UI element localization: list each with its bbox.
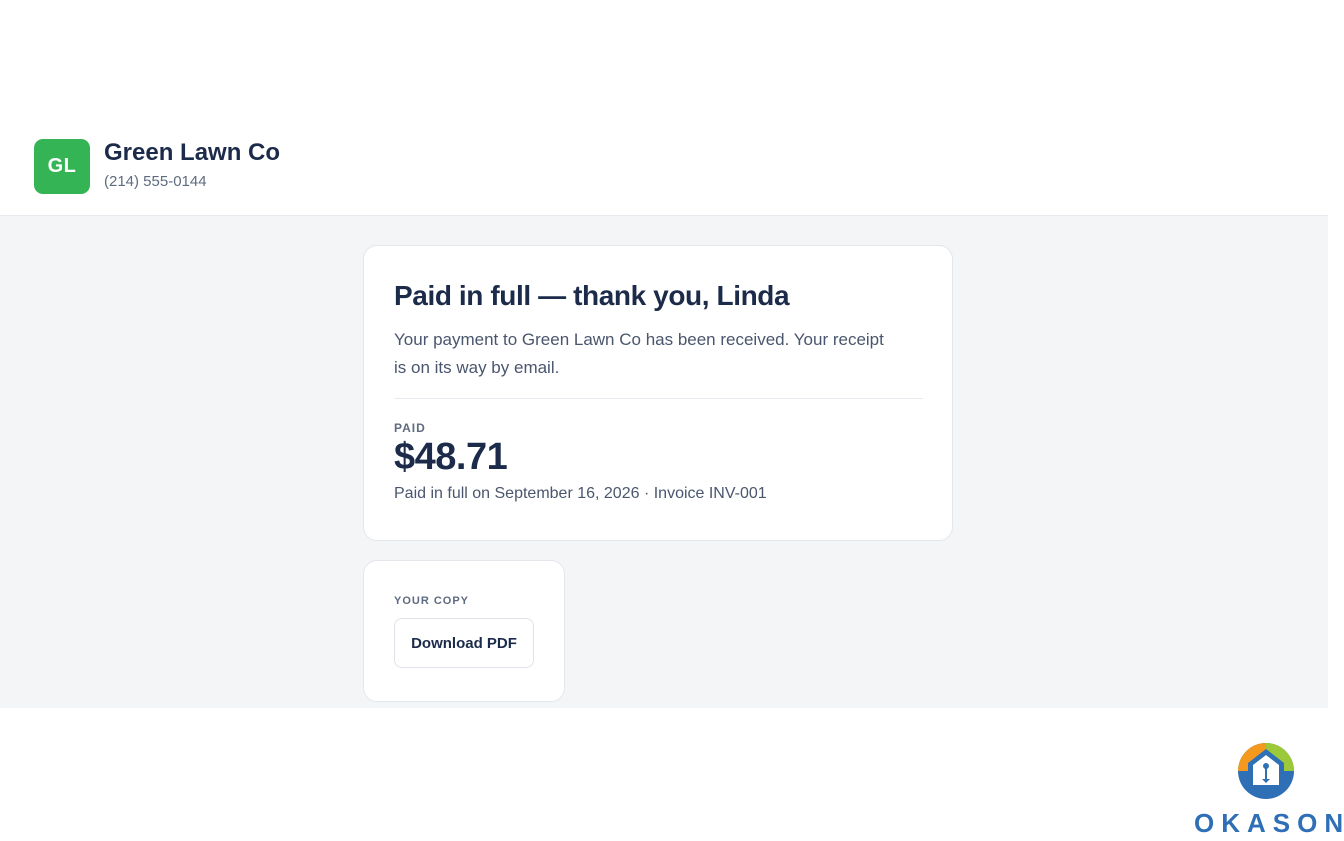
okason-logo-text: OKASON [1194, 808, 1344, 838]
confirmation-message: Your payment to Green Lawn Co has been r… [394, 330, 884, 377]
your-copy-label: YOUR COPY [394, 595, 470, 607]
main-content: Paid in full — thank you, Linda Your pay… [0, 216, 1328, 708]
okason-logo-icon [1238, 743, 1294, 799]
payment-receipt-page: GL Green Lawn Co (214) 555-0144 Paid in … [0, 0, 1344, 841]
business-header: GL Green Lawn Co (214) 555-0144 [0, 0, 1328, 216]
paid-amount: $48.71 [394, 436, 508, 478]
confirmation-title: Paid in full — thank you, Linda [394, 280, 790, 311]
business-phone: (214) 555-0144 [104, 173, 207, 190]
business-name: Green Lawn Co [104, 139, 281, 166]
divider [394, 398, 923, 399]
download-pdf-button[interactable]: Download PDF [394, 618, 534, 668]
paid-label: PAID [394, 421, 426, 435]
paid-detail: Paid in full on September 16, 2026 · Inv… [394, 485, 767, 502]
your-copy-card: YOUR COPY Download PDF [363, 560, 565, 702]
business-logo: GL [34, 139, 90, 194]
payment-confirmation-card: Paid in full — thank you, Linda Your pay… [363, 245, 953, 541]
